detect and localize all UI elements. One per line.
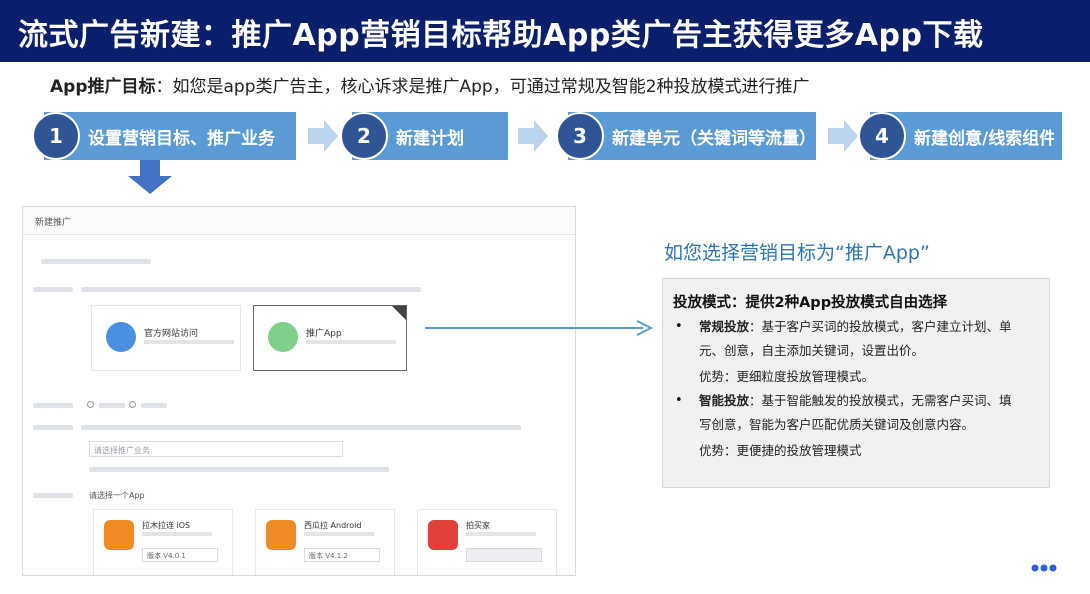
arrow-right-icon bbox=[518, 120, 548, 152]
radio-regular[interactable] bbox=[87, 401, 94, 408]
step-2: 2 新建计划 bbox=[340, 112, 508, 160]
app-prompt: 请选择一个App bbox=[89, 491, 145, 500]
app-logo-icon bbox=[266, 520, 296, 550]
box-heading: 投放模式：提供2种App投放模式自由选择 bbox=[673, 295, 948, 311]
card-desc bbox=[306, 340, 396, 344]
step-number: 1 bbox=[32, 112, 80, 160]
smart-mode-line1: 智能投放：基于智能触发的投放模式，无需客户买词、填 bbox=[699, 389, 1012, 413]
app-card[interactable]: 西瓜拉 Android 版本 V4.1.2 bbox=[255, 509, 395, 575]
mock-text-line bbox=[81, 287, 421, 292]
header-banner: 流式广告新建：推广App营销目标帮助App类广告主获得更多App下载 bbox=[0, 0, 1090, 62]
version-select[interactable]: 版本 V4.1.2 bbox=[304, 548, 380, 562]
regular-mode-text: ：基于客户买词的投放模式，客户建立计划、单 bbox=[749, 319, 1012, 334]
arrow-right-icon bbox=[308, 120, 338, 152]
step-number: 2 bbox=[340, 112, 388, 160]
regular-mode-line2: 元、创意，自主添加关键词，设置出价。 bbox=[699, 343, 925, 358]
arrow-right-icon bbox=[828, 120, 858, 152]
step-3: 3 新建单元（关键词等流量） bbox=[556, 112, 816, 160]
step-4: 4 新建创意/线索组件 bbox=[858, 112, 1062, 160]
version-select[interactable] bbox=[466, 548, 542, 562]
step-number: 4 bbox=[858, 112, 906, 160]
mock-text-line bbox=[41, 259, 151, 264]
regular-mode-line1: 常规投放：基于客户买词的投放模式，客户建立计划、单 bbox=[699, 315, 1012, 339]
smart-mode-line2: 写创意，智能为客户匹配优质关键词及创意内容。 bbox=[699, 417, 975, 432]
step-number: 3 bbox=[556, 112, 604, 160]
subtitle: App推广目标：如您是app类广告主，核心诉求是推广App，可通过常规及智能2种… bbox=[50, 72, 810, 97]
card-desc bbox=[144, 340, 234, 344]
regular-mode-key: 常规投放 bbox=[699, 319, 750, 334]
step-label: 新建计划 bbox=[396, 129, 464, 149]
app-package bbox=[142, 532, 212, 536]
target-card-app[interactable]: 推广App bbox=[253, 305, 407, 371]
mock-text-line bbox=[141, 403, 167, 408]
ui-screenshot-mock: 新建推广 官方网站访问 推广App 请选择推广业务 请选择一个App 拉木拉连 … bbox=[22, 206, 576, 576]
selected-corner-icon bbox=[392, 306, 406, 320]
side-title: 如您选择营销目标为“推广App” bbox=[664, 242, 930, 264]
app-card[interactable]: 拍买家 bbox=[417, 509, 557, 575]
card-title: 推广App bbox=[306, 329, 342, 339]
mock-text-line bbox=[89, 467, 389, 472]
mock-text-line bbox=[33, 403, 73, 408]
app-card[interactable]: 拉木拉连 iOS 版本 V4.0.1 bbox=[93, 509, 233, 575]
business-select[interactable]: 请选择推广业务 bbox=[89, 441, 343, 457]
regular-mode-advantage: 优势：更细粒度投放管理模式。 bbox=[699, 369, 875, 384]
step-label: 新建创意/线索组件 bbox=[914, 129, 1054, 149]
step-label: 新建单元（关键词等流量） bbox=[612, 129, 808, 149]
mock-text-line bbox=[33, 425, 73, 430]
app-package bbox=[466, 532, 536, 536]
app-logo-icon bbox=[104, 520, 134, 550]
app-name: 拉木拉连 iOS bbox=[142, 521, 191, 530]
mock-text-line bbox=[33, 287, 73, 292]
app-name: 拍买家 bbox=[466, 521, 490, 530]
app-package bbox=[304, 532, 374, 536]
version-select[interactable]: 版本 V4.0.1 bbox=[142, 548, 218, 562]
mode-explanation-box: 投放模式：提供2种App投放模式自由选择 • 常规投放：基于客户买词的投放模式，… bbox=[662, 278, 1050, 488]
smart-mode-advantage: 优势：更便捷的投放管理模式 bbox=[699, 443, 862, 458]
brand-logo-icon bbox=[1031, 564, 1057, 572]
web-icon bbox=[106, 322, 136, 352]
app-logo-icon bbox=[428, 520, 458, 550]
smart-mode-key: 智能投放 bbox=[699, 393, 750, 408]
smart-mode-text: ：基于智能触发的投放模式，无需客户买词、填 bbox=[749, 393, 1012, 408]
subtitle-label: App推广目标 bbox=[50, 77, 156, 97]
select-placeholder: 请选择推广业务 bbox=[94, 446, 150, 455]
mock-text-line bbox=[33, 493, 73, 498]
subtitle-text: ：如您是app类广告主，核心诉求是推广App，可通过常规及智能2种投放模式进行推… bbox=[155, 77, 810, 97]
app-name: 西瓜拉 Android bbox=[304, 521, 362, 530]
radio-smart[interactable] bbox=[129, 401, 136, 408]
pointer-arrow-icon bbox=[425, 320, 654, 336]
mock-text-line bbox=[99, 403, 125, 408]
step-1: 1 设置营销目标、推广业务 bbox=[32, 112, 296, 160]
bullet-icon: • bbox=[675, 319, 683, 334]
page-title: 流式广告新建：推广App营销目标帮助App类广告主获得更多App下载 bbox=[18, 18, 984, 53]
mock-text-line bbox=[81, 425, 521, 430]
step-label: 设置营销目标、推广业务 bbox=[88, 129, 275, 149]
mock-window-title: 新建推广 bbox=[23, 207, 575, 235]
bullet-icon: • bbox=[675, 393, 683, 408]
target-card-web[interactable]: 官方网站访问 bbox=[91, 305, 241, 371]
arrow-down-icon bbox=[128, 160, 172, 194]
card-title: 官方网站访问 bbox=[144, 329, 199, 339]
app-icon bbox=[268, 322, 298, 352]
